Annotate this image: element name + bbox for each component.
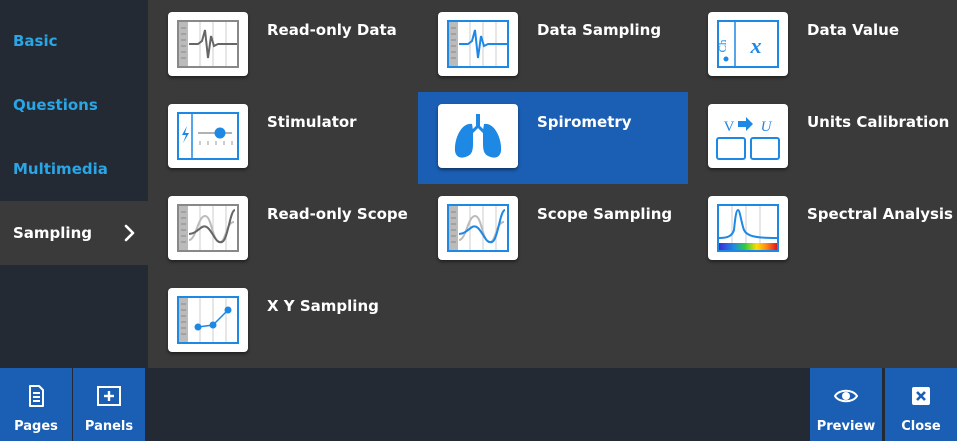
pages-icon: [29, 385, 44, 407]
bottom-toolbar: Pages Panels Preview Close: [0, 368, 957, 441]
category-sidebar: Basic Questions Multimedia Sampling: [0, 0, 148, 368]
panel-stimulator-label: Stimulator: [267, 113, 357, 131]
units-calibration-icon: V U: [708, 104, 788, 168]
panel-read-only-scope-label: Read-only Scope: [267, 205, 408, 223]
preview-button[interactable]: Preview: [810, 368, 882, 441]
panel-read-only-data[interactable]: Read-only Data: [148, 0, 418, 92]
preview-label: Preview: [816, 419, 876, 434]
panel-spectral-analysis-label: Spectral Analysis: [807, 205, 953, 223]
units-u-text: U: [761, 119, 773, 135]
panel-spirometry-label: Spirometry: [537, 113, 632, 131]
panel-data-sampling-label: Data Sampling: [537, 21, 662, 39]
category-questions[interactable]: Questions: [0, 73, 148, 137]
category-basic[interactable]: Basic: [0, 9, 148, 73]
panel-read-only-scope[interactable]: Read-only Scope: [148, 184, 418, 276]
panel-spirometry[interactable]: Spirometry: [418, 92, 688, 184]
units-v-text: V: [724, 119, 735, 135]
category-multimedia-label: Multimedia: [13, 160, 108, 178]
add-panel-icon: [97, 386, 121, 406]
data-value-ch-text: Ch: [717, 39, 729, 52]
data-sampling-icon: [438, 12, 518, 76]
data-value-x-text: x: [750, 33, 762, 58]
pages-label: Pages: [14, 419, 58, 434]
category-basic-label: Basic: [13, 32, 58, 50]
category-sampling-label: Sampling: [13, 224, 92, 242]
spectral-analysis-icon: [708, 196, 788, 260]
panel-spectral-analysis[interactable]: Spectral Analysis: [688, 184, 957, 276]
close-icon: [912, 387, 930, 405]
panels-label: Panels: [84, 419, 134, 434]
panel-data-value-label: Data Value: [807, 21, 899, 39]
pages-button[interactable]: Pages: [0, 368, 72, 441]
xy-sampling-icon: [168, 288, 248, 352]
panel-data-sampling[interactable]: Data Sampling: [418, 0, 688, 92]
category-sampling[interactable]: Sampling: [0, 201, 148, 265]
scope-sampling-icon: [438, 196, 518, 260]
category-multimedia[interactable]: Multimedia: [0, 137, 148, 201]
panel-units-calibration[interactable]: V U Units Calibration: [688, 92, 957, 184]
chevron-right-icon: [124, 224, 135, 242]
panel-xy-sampling[interactable]: X Y Sampling: [148, 276, 418, 368]
close-label: Close: [901, 419, 941, 434]
category-questions-label: Questions: [13, 96, 98, 114]
panels-button[interactable]: Panels: [73, 368, 145, 441]
panel-grid: Read-only Data Data Sampling Ch x Data V…: [148, 0, 957, 368]
panel-xy-sampling-label: X Y Sampling: [267, 297, 379, 315]
panel-units-calibration-label: Units Calibration: [807, 113, 950, 131]
data-value-icon: Ch x: [708, 12, 788, 76]
eye-icon: [834, 389, 858, 403]
read-only-scope-icon: [168, 196, 248, 260]
stimulator-icon: [168, 104, 248, 168]
close-button[interactable]: Close: [885, 368, 957, 441]
lungs-icon: [438, 104, 518, 168]
panel-stimulator[interactable]: Stimulator: [148, 92, 418, 184]
panel-scope-sampling-label: Scope Sampling: [537, 205, 673, 223]
panel-data-value[interactable]: Ch x Data Value: [688, 0, 957, 92]
panel-read-only-data-label: Read-only Data: [267, 21, 397, 39]
read-only-data-icon: [168, 12, 248, 76]
panel-scope-sampling[interactable]: Scope Sampling: [418, 184, 688, 276]
